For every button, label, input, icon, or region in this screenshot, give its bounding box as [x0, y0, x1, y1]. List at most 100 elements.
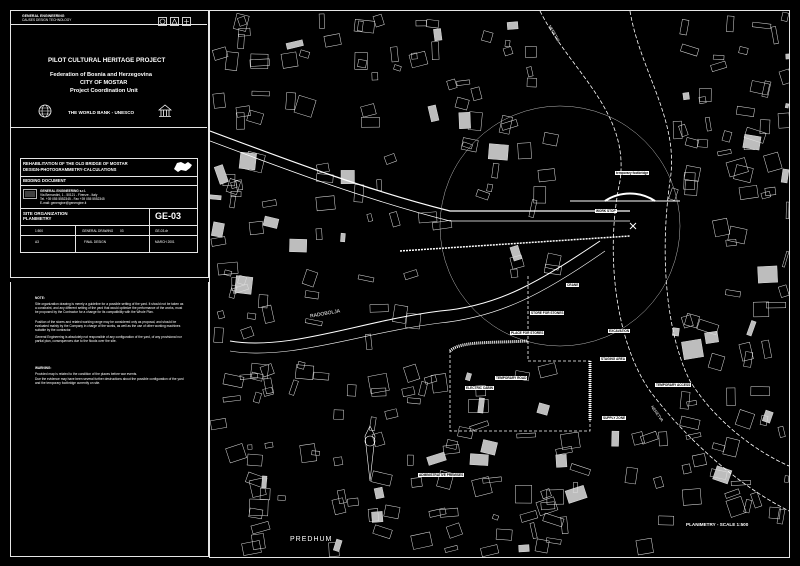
building-footprint: [724, 488, 741, 499]
building-footprint: [210, 221, 225, 238]
building-footprint: [237, 15, 248, 27]
building-footprint: [248, 220, 264, 236]
label-place-stores: PLACE FOR STORES: [510, 331, 545, 335]
building-footprint: [684, 137, 700, 149]
building-footprint: [717, 149, 732, 157]
building-footprint: [691, 453, 707, 468]
building-footprint: [248, 507, 264, 520]
building-footprint: [725, 238, 737, 247]
building-footprint: [240, 326, 255, 340]
building-footprint: [430, 373, 449, 394]
building-footprint: [333, 456, 344, 467]
building-footprint: [251, 90, 270, 97]
building-footprint: [778, 68, 789, 86]
building-footprint: [332, 538, 343, 552]
label-admin-premises: ADMINISTRATIVE PREMISES: [418, 473, 465, 477]
building-footprint: [730, 480, 752, 486]
building-footprint: [346, 384, 357, 397]
building-footprint: [301, 268, 319, 288]
building-footprint: [393, 64, 402, 72]
building-footprint: [210, 417, 228, 431]
building-footprint: [727, 225, 748, 245]
building-footprint: [295, 364, 315, 380]
drawing-sheet: GENERAL ENGINEERING CAUSES DESIGN TECHNO…: [0, 0, 800, 566]
building-footprint: [712, 465, 733, 485]
building-footprint: [518, 544, 530, 553]
building-footprint: [471, 476, 493, 498]
building-footprint: [392, 304, 409, 324]
bidding-doc: BIDDING DOCUMENT: [23, 178, 67, 183]
building-footprint: [785, 201, 789, 220]
building-footprint: [357, 59, 368, 69]
building-footprint: [323, 33, 342, 48]
building-footprint: [564, 484, 588, 504]
building-footprint: [213, 327, 224, 344]
building-footprint: [383, 504, 401, 520]
building-footprint: [357, 20, 364, 32]
building-footprint: [482, 476, 502, 484]
building-footprint: [658, 515, 674, 526]
building-footprint: [210, 236, 227, 247]
river-radobolja: [229, 240, 601, 344]
old-bridge: [604, 192, 656, 202]
building-footprint: [742, 134, 762, 151]
label-temporary-access: TEMPORARY ACCESS: [655, 383, 692, 387]
unesco-icon: [158, 104, 172, 117]
site-plan-drawing: [210, 11, 789, 557]
building-footprint: [223, 269, 233, 277]
notes-p2: Position of the stores and related worki…: [35, 320, 181, 332]
building-footprint: [526, 66, 534, 78]
notes-p4: Provided map is related to the condition…: [35, 372, 138, 376]
label-staging-area: STAGING AREA: [600, 357, 627, 361]
building-footprint: [415, 20, 427, 27]
building-footprint: [439, 507, 459, 518]
building-footprint: [426, 451, 447, 466]
building-footprint: [250, 521, 271, 535]
building-footprint: [761, 339, 772, 359]
building-footprint: [724, 289, 741, 298]
building-footprint: [750, 386, 770, 397]
building-footprint: [712, 54, 725, 61]
building-footprint: [504, 39, 511, 48]
building-footprint: [304, 318, 323, 327]
building-footprint: [679, 415, 701, 430]
building-footprint: [780, 168, 789, 184]
building-footprint: [699, 88, 712, 102]
building-footprint: [707, 352, 726, 372]
building-footprint: [252, 391, 262, 404]
building-footprint: [680, 43, 700, 57]
title-block-frame: [10, 10, 209, 278]
building-footprint: [262, 215, 280, 229]
building-footprint: [734, 409, 756, 430]
building-footprint: [225, 443, 247, 464]
building-footprint: [353, 19, 376, 34]
building-footprint: [726, 15, 735, 33]
building-footprint: [683, 165, 702, 183]
building-footprint: [491, 162, 500, 179]
building-footprint: [457, 426, 474, 439]
river-neretva-bank: [629, 11, 789, 467]
building-footprint: [784, 475, 789, 483]
building-footprint: [776, 508, 786, 525]
building-footprint: [285, 92, 296, 110]
warning-heading: WARNING:: [35, 366, 52, 370]
drawing-code: GE-03: [155, 211, 182, 221]
building-footprint: [704, 116, 712, 132]
building-footprint: [533, 186, 547, 204]
building-footprint: [678, 123, 689, 138]
building-footprint: [537, 168, 556, 183]
building-footprint: [540, 501, 556, 511]
building-footprint: [487, 143, 509, 161]
project-title: PILOT CULTURAL HERITAGE PROJECT: [48, 57, 166, 64]
building-footprint: [611, 430, 620, 447]
building-footprint: [373, 486, 385, 500]
building-footprint: [410, 531, 433, 550]
building-footprint: [681, 463, 692, 475]
building-footprint: [784, 103, 789, 109]
building-footprint: [469, 420, 490, 432]
building-footprint: [340, 232, 346, 243]
building-footprint: [542, 132, 559, 147]
header-icons: [158, 13, 192, 26]
building-footprint: [431, 41, 440, 60]
building-footprint: [698, 96, 707, 105]
